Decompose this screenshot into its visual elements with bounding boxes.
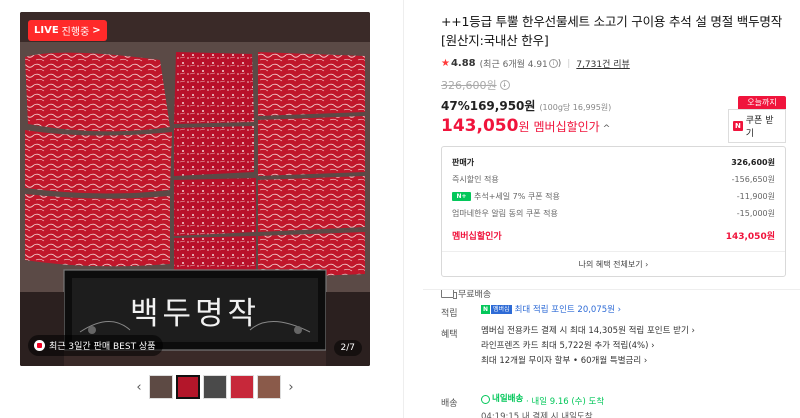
next-thumb-arrow-icon[interactable]: › xyxy=(284,375,298,399)
delivery-date: · 내일 9.16 (수) 도착 xyxy=(525,397,605,407)
delivery-cutoff: 04:19:15 내 결제 시 내일도착 xyxy=(481,412,593,418)
breakdown-label: 추석+세일 7% 쿠폰 적용 xyxy=(474,191,560,201)
truck-icon xyxy=(441,289,457,299)
prev-thumb-arrow-icon[interactable]: ‹ xyxy=(132,375,146,399)
thumbnail-5[interactable] xyxy=(257,375,281,399)
next-day-delivery-label: 내일배송 xyxy=(492,394,524,404)
discount-percent: 47% xyxy=(441,99,470,113)
product-image-gallery[interactable]: 백두명작 LIVE 진행중 > 최근 3일간 판매 BEST 상품 2/7 xyxy=(20,12,370,366)
box-brand-text: 백두명작 xyxy=(129,296,261,332)
clock-icon xyxy=(481,395,490,404)
chevron-up-icon: ^ xyxy=(602,124,611,134)
membership-badge: N 멤버십 xyxy=(481,305,512,314)
price-breakdown-box: 판매가 326,600원 즉시할인 적용 -156,650원 N+ 추석+세일 … xyxy=(441,146,786,277)
coupon-widget: 오늘까지 N 쿠폰 받기 xyxy=(728,96,786,143)
benefit-item[interactable]: 최대 12개월 무이자 할부 • 60개월 특별금리 › xyxy=(481,354,695,369)
product-info: ++1등급 투뿔 한우선물세트 소고기 구이용 추석 설 명절 백두명작 [원산… xyxy=(441,12,786,300)
breakdown-value: 326,600원 xyxy=(731,157,775,167)
naver-n-icon: N xyxy=(733,121,743,131)
points-row[interactable]: N 멤버십 최대 적립 포인트 20,075원 › xyxy=(481,303,621,318)
thumbnail-4[interactable] xyxy=(230,375,254,399)
rating-row: ★ 4.88 (최근 6개월 4.91 i ) | 7,731건 리뷰 xyxy=(441,57,786,70)
breakdown-final-row: 멤버십할인가 143,050원 xyxy=(452,228,775,242)
view-all-benefits-link[interactable]: 나의 혜택 전체보기 › xyxy=(442,259,785,270)
coupon-deadline-badge: 오늘까지 xyxy=(738,96,786,109)
points-label: 적립 xyxy=(441,309,458,319)
price-info-icon[interactable]: i xyxy=(499,80,510,90)
naver-plus-icon: N+ xyxy=(452,191,471,201)
breakdown-final-value: 143,050원 xyxy=(725,231,775,242)
thumbnail-3[interactable] xyxy=(203,375,227,399)
breakdown-row: N+ 추석+세일 7% 쿠폰 적용 -11,900원 xyxy=(452,189,775,203)
best-seller-text: 최근 3일간 판매 BEST 상품 xyxy=(49,342,156,352)
rating-score: 4.88 xyxy=(450,58,476,69)
benefits-list: 멤버십 전용카드 결제 시 최대 14,305원 적립 포인트 받기 › 라인프… xyxy=(481,324,695,369)
best-icon xyxy=(34,340,45,351)
breakdown-divider xyxy=(442,251,785,252)
thumbnail-strip: ‹ › xyxy=(132,375,298,399)
product-title: ++1등급 투뿔 한우선물세트 소고기 구이용 추석 설 명절 백두명작 [원산… xyxy=(441,14,782,48)
breakdown-row: 엄마네한우 알림 동의 쿠폰 적용 -15,000원 xyxy=(452,206,775,220)
breakdown-label: 즉시할인 적용 xyxy=(452,174,499,184)
section-divider xyxy=(423,289,800,290)
benefit-item[interactable]: 라인프렌즈 카드 최대 5,722원 추가 적립(4%) › xyxy=(481,339,695,354)
delivery-row: 내일배송 · 내일 9.16 (수) 도착 04:19:15 내 결제 시 내일… xyxy=(481,392,604,418)
breakdown-row: 즉시할인 적용 -156,650원 xyxy=(452,172,775,186)
thumbnail-2[interactable] xyxy=(176,375,200,399)
breakdown-label-wrap: N+ 추석+세일 7% 쿠폰 적용 xyxy=(452,191,560,202)
member-price-label: 멤버십할인가 xyxy=(533,120,600,134)
star-icon: ★ xyxy=(441,58,450,69)
breakdown-value: -15,000원 xyxy=(736,208,775,218)
live-status: 진행중 xyxy=(61,27,90,38)
breakdown-value: -11,900원 xyxy=(736,191,775,201)
naver-n-icon: N xyxy=(481,305,490,314)
max-points-link[interactable]: 최대 적립 포인트 20,075원 › xyxy=(515,305,622,315)
breakdown-value: -156,650원 xyxy=(731,174,775,184)
rating-separator: | xyxy=(567,58,571,69)
best-seller-badge: 최근 3일간 판매 BEST 상품 xyxy=(28,335,164,356)
member-price: 143,050 xyxy=(441,116,519,136)
discount-price: 169,950원 xyxy=(469,99,536,113)
get-coupon-button[interactable]: N 쿠폰 받기 xyxy=(728,109,786,143)
breakdown-label: 판매가 xyxy=(452,157,475,167)
benefits-label: 혜택 xyxy=(441,330,458,340)
review-count-link[interactable]: 7,731건 리뷰 xyxy=(576,57,629,70)
member-price-unit: 원 xyxy=(518,120,530,134)
breakdown-label: 엄마네한우 알림 동의 쿠폰 적용 xyxy=(452,208,558,218)
next-day-delivery-badge: 내일배송 xyxy=(481,392,523,407)
product-image: 백두명작 xyxy=(20,12,370,366)
live-badge[interactable]: LIVE 진행중 > xyxy=(28,20,107,41)
chevron-right-icon: > xyxy=(92,25,101,36)
rating-detail-close: ) xyxy=(557,58,562,69)
membership-badge-label: 멤버십 xyxy=(491,305,512,314)
original-price-value: 326,600원 xyxy=(441,79,497,92)
breakdown-final-label: 멤버십할인가 xyxy=(452,231,502,242)
info-icon[interactable]: i xyxy=(548,59,558,68)
coupon-button-label: 쿠폰 받기 xyxy=(745,116,774,139)
delivery-label: 배송 xyxy=(441,399,458,409)
original-price: 326,600원 i xyxy=(441,77,786,93)
benefit-item[interactable]: 멤버십 전용카드 결제 시 최대 14,305원 적립 포인트 받기 › xyxy=(481,324,695,339)
thumbnail-1[interactable] xyxy=(149,375,173,399)
rating-detail: (최근 6개월 4.91 xyxy=(479,60,548,70)
column-divider xyxy=(403,0,404,418)
unit-price: (100g당 16,995원) xyxy=(539,103,612,112)
image-page-counter: 2/7 xyxy=(333,340,362,356)
live-label: LIVE xyxy=(34,25,59,36)
breakdown-row: 판매가 326,600원 xyxy=(452,155,775,169)
